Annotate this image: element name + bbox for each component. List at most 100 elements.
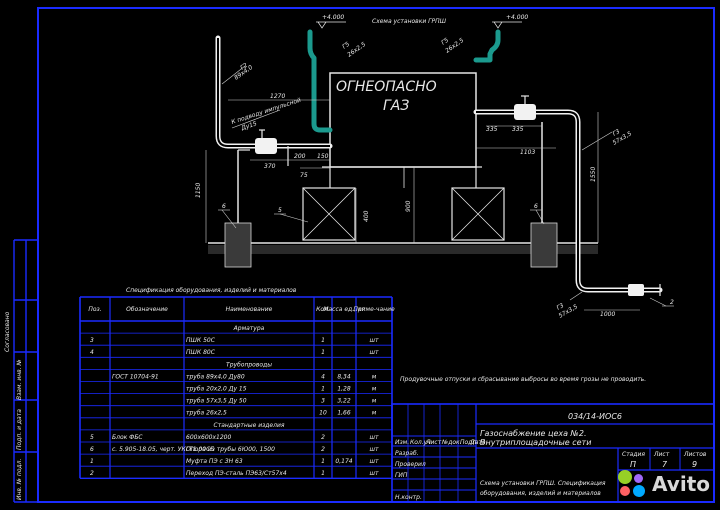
svg-text:Стадия: Стадия bbox=[622, 451, 645, 458]
svg-text:5: 5 bbox=[278, 207, 282, 214]
project-title-2: Внутриплощадочные сети bbox=[480, 438, 591, 447]
cad-drawing: Согласовано Взам. инв. № Подп. и дата Ин… bbox=[4, 7, 715, 503]
table-cell-qty: 4 bbox=[321, 373, 325, 380]
table-cell-name: труба 26x2,5 bbox=[186, 410, 227, 417]
dim-150: 150 bbox=[317, 153, 329, 160]
table-section-title: Трубопроводы bbox=[226, 361, 272, 368]
table-cell-qty: 2 bbox=[321, 434, 325, 441]
header-pos: Поз. bbox=[88, 306, 101, 313]
svg-text:Изм.: Изм. bbox=[395, 439, 409, 446]
project-title-1: Газоснабжение цеха №2. bbox=[480, 429, 587, 438]
cabinet-base bbox=[322, 166, 482, 188]
table-cell-name: Муфта ПЭ с ЗН 63 bbox=[186, 458, 243, 465]
purge-note: Продувочные отпуски и сбрасывание выброс… bbox=[400, 376, 646, 383]
svg-text:6: 6 bbox=[222, 203, 226, 210]
dim-335-a: 335 bbox=[486, 126, 498, 133]
table-cell-note: шт bbox=[370, 337, 379, 344]
valve-right bbox=[514, 104, 536, 120]
table-cell-pos: 2 bbox=[90, 470, 94, 477]
table-cell-name: Переход ПЭ-сталь ПЭ63/Ст57х4 bbox=[186, 470, 287, 477]
svg-text:Лист: Лист bbox=[425, 439, 442, 446]
fire-warning-line2: ГАЗ bbox=[383, 98, 409, 114]
table-cell-name: Опора из трубы 6Ю00, 1500 bbox=[186, 446, 275, 453]
table-cell-name: ПШК 80С bbox=[186, 349, 216, 356]
svg-text:№док.: №док. bbox=[441, 439, 462, 446]
table-cell-name: ПШК 50С bbox=[186, 337, 216, 344]
table-cell-pos: 1 bbox=[90, 458, 94, 465]
table-cell-qty: 3 bbox=[321, 398, 325, 405]
table-cell-mass: 1,66 bbox=[337, 410, 351, 417]
elevation-mark-left: +4.000 bbox=[316, 14, 346, 29]
side-label-replace: Взам. инв. № bbox=[16, 359, 23, 400]
table-cell-note: шт bbox=[370, 458, 379, 465]
ground-line bbox=[208, 222, 598, 268]
table-section-title: Арматура bbox=[233, 325, 265, 332]
table-cell-mass: 8,34 bbox=[337, 373, 351, 380]
svg-text:6: 6 bbox=[534, 203, 538, 210]
table-cell-qty: 1 bbox=[321, 337, 325, 344]
side-label-agreed: Согласовано bbox=[4, 311, 11, 352]
svg-text:Н.контр.: Н.контр. bbox=[395, 494, 422, 501]
scheme-title: Схема установки ГРПШ bbox=[372, 18, 447, 25]
table-cell-qty: 1 bbox=[321, 458, 325, 465]
dim-1150: 1150 bbox=[195, 183, 202, 198]
header-name: Наименование bbox=[226, 306, 273, 313]
svg-text:+4.000: +4.000 bbox=[506, 14, 528, 21]
table-cell-note: м bbox=[372, 373, 377, 380]
foundation-block-left bbox=[302, 187, 356, 241]
fire-warning-line1: ОГНЕОПАСНО bbox=[336, 79, 437, 95]
dim-1103: 1103 bbox=[520, 149, 535, 156]
svg-text:Разраб.: Разраб. bbox=[395, 450, 419, 457]
mark-g3-bottom: Г3 57x3,5 bbox=[556, 291, 583, 320]
mark-g2-left: Г2 89x4,0 bbox=[221, 62, 254, 85]
dim-200: 200 bbox=[294, 153, 306, 160]
side-label-sign-date: Подп. и дата bbox=[16, 409, 23, 450]
sheet-title-1: Схема установки ГРПШ. Спецификация bbox=[480, 480, 606, 487]
table-cell-note: м bbox=[372, 410, 377, 417]
svg-text:Г5: Г5 bbox=[341, 41, 351, 51]
svg-text:2: 2 bbox=[670, 299, 674, 306]
dim-1550: 1550 bbox=[590, 167, 597, 182]
header-designation: Обозначение bbox=[126, 306, 168, 313]
side-strip: Согласовано Взам. инв. № Подп. и дата Ин… bbox=[4, 239, 38, 503]
spec-table: Поз. Обозначение Наименование Кол.Масса ед.… bbox=[79, 296, 395, 479]
dim-1270: 1270 bbox=[270, 93, 285, 100]
table-cell-qty: 2 bbox=[321, 446, 325, 453]
table-cell-name: труба 20x2,0 Ду 15 bbox=[186, 386, 247, 393]
foundation-block-right bbox=[451, 187, 505, 241]
table-cell-name: труба 89x4,0 Ду80 bbox=[186, 373, 245, 380]
dimension-lines bbox=[205, 99, 640, 311]
table-cell-note: м bbox=[372, 398, 377, 405]
side-label-inv: Инв. № подл. bbox=[16, 459, 23, 500]
table-section-title: Стандартные изделия bbox=[214, 422, 285, 429]
svg-text:Проверил: Проверил bbox=[395, 461, 426, 468]
table-cell-qty: 1 bbox=[321, 470, 325, 477]
pipe-g5-right bbox=[473, 29, 501, 63]
avito-logo-icon bbox=[616, 468, 652, 500]
svg-text:Листов: Листов bbox=[683, 451, 707, 458]
avito-watermark: Avito bbox=[616, 468, 710, 500]
table-cell-qty: 1 bbox=[321, 349, 325, 356]
avito-wordmark: Avito bbox=[652, 472, 710, 496]
table-cell-pos: 6 bbox=[90, 446, 94, 453]
svg-text:+4.000: +4.000 bbox=[322, 14, 344, 21]
svg-text:26x2,5: 26x2,5 bbox=[346, 41, 367, 59]
table-cell-mass: 3,22 bbox=[337, 398, 351, 405]
sheet-title-2: оборудования, изделий и материалов bbox=[480, 490, 601, 497]
dim-370: 370 bbox=[264, 163, 276, 170]
header-note: Приме-чание bbox=[353, 306, 395, 313]
table-cell-name: 600x600x1200 bbox=[186, 434, 231, 441]
table-cell-pos: 3 bbox=[90, 337, 94, 344]
table-cell-name: труба 57x3,5 Ду 50 bbox=[186, 398, 247, 405]
callout-2: 2 bbox=[649, 297, 674, 307]
table-cell-designation: Блок ФБС bbox=[112, 434, 143, 441]
valve-left bbox=[255, 138, 277, 154]
svg-text:К подводу импульсной: К подводу импульсной bbox=[230, 97, 301, 126]
table-cell-note: шт bbox=[370, 349, 379, 356]
dim-335-b: 335 bbox=[512, 126, 524, 133]
dim-1000: 1000 bbox=[600, 311, 615, 318]
table-cell-pos: 4 bbox=[90, 349, 94, 356]
table-cell-qty: 1 bbox=[321, 386, 325, 393]
table-cell-designation: ГОСТ 10704-91 bbox=[112, 373, 159, 380]
mark-g3-right: Г3 57x3,5 bbox=[581, 128, 633, 151]
